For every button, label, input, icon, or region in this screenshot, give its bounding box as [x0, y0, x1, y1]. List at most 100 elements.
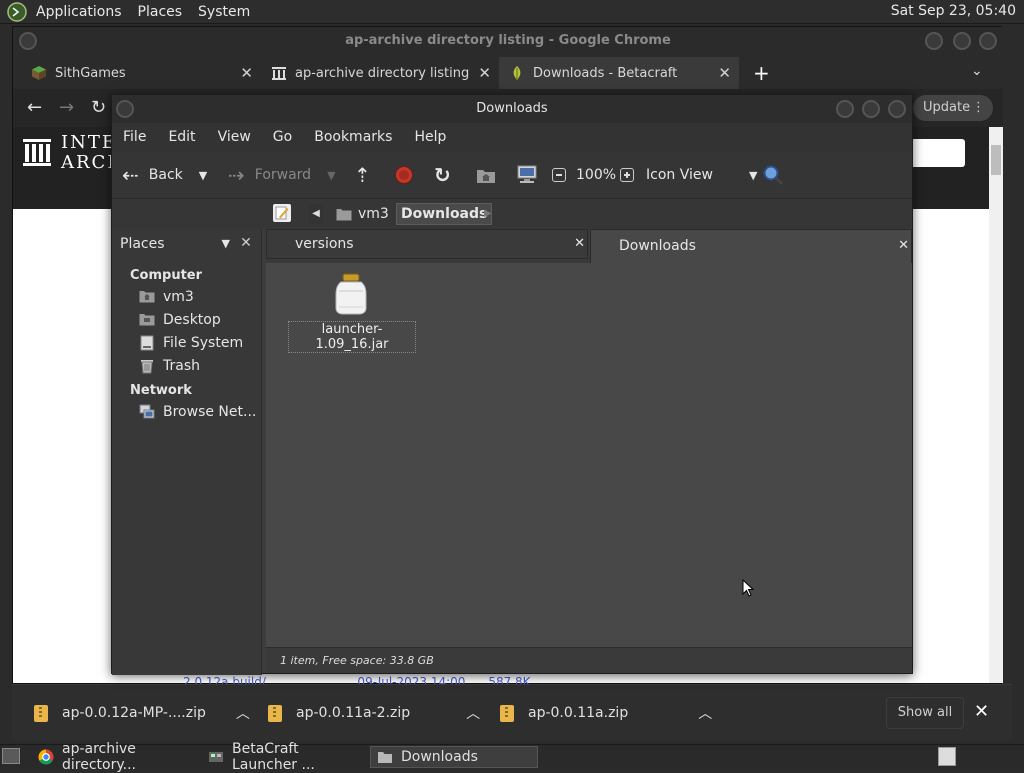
close-tab-icon[interactable]: ✕ [240, 64, 253, 82]
update-label: Update [923, 100, 971, 115]
task-label: ap-archive directory... [62, 741, 136, 773]
tab-search-icon[interactable]: ⌄ [971, 63, 983, 79]
show-all-button[interactable]: Show all [886, 697, 964, 729]
sidebar-type-select[interactable]: Places ▼ [116, 232, 232, 256]
tab-versions[interactable]: versions ✕ [266, 229, 588, 259]
zoom-in-button[interactable] [620, 151, 634, 199]
close-tab-icon[interactable]: ✕ [478, 64, 491, 82]
tab-downloads[interactable]: Downloads ✕ [590, 229, 912, 263]
chrome-tab[interactable]: SithGames ✕ [21, 57, 261, 89]
close-downloads-icon[interactable]: ✕ [974, 701, 989, 722]
close-window-icon[interactable] [979, 32, 997, 50]
chevron-up-icon[interactable]: ︿ [466, 703, 480, 723]
update-button[interactable]: Update ⋮ [913, 95, 993, 121]
tab-label: Downloads [619, 238, 696, 254]
archive-org-logo-icon[interactable] [23, 137, 51, 167]
menu-go[interactable]: Go [273, 129, 292, 145]
download-item[interactable]: ap-0.0.11a.zip ︿ [500, 703, 712, 723]
task-label: Downloads [401, 749, 478, 765]
stop-icon [394, 165, 414, 185]
mate-logo-icon[interactable] [6, 1, 28, 23]
chevron-up-icon[interactable]: ︿ [236, 703, 250, 723]
file-name: launcher-1.09_16.jar [288, 321, 416, 353]
path-scroll-left-icon[interactable]: ◀ [308, 204, 324, 224]
clock[interactable]: Sat Sep 23, 05:40 [891, 3, 1016, 19]
forward-button[interactable]: ⇢ Forward ▼ [228, 151, 336, 199]
window-menu-icon[interactable] [116, 100, 134, 118]
sidebar-item-vm3[interactable]: vm3 [139, 289, 194, 305]
chevron-up-icon[interactable]: ︿ [698, 703, 712, 723]
places-menu[interactable]: Places [138, 4, 183, 20]
task-button[interactable]: BetaCraft Launcher ... [202, 741, 368, 773]
sidebar-item-desktop[interactable]: Desktop [139, 312, 221, 328]
download-item[interactable]: ap-0.0.12a-MP-....zip ︿ [34, 703, 250, 723]
search-button[interactable] [762, 151, 784, 199]
maximize-icon[interactable] [953, 32, 971, 50]
menu-bookmarks[interactable]: Bookmarks [314, 129, 392, 145]
sidebar-heading: Network [130, 383, 192, 398]
desktop-folder-icon [139, 312, 155, 328]
up-button[interactable]: ⇡ [354, 151, 371, 199]
back-button[interactable]: ⇠ Back ▼ [122, 151, 207, 199]
computer-button[interactable] [516, 151, 538, 199]
page-scrollbar[interactable] [989, 127, 1003, 683]
close-window-icon[interactable] [888, 100, 906, 118]
sidebar-item-label: File System [163, 335, 244, 351]
download-item[interactable]: ap-0.0.11a-2.zip ︿ [268, 703, 480, 723]
task-button[interactable]: ap-archive directory... [32, 741, 200, 773]
chrome-tab-active[interactable]: Downloads - Betacraft ✕ [499, 57, 739, 89]
menu-view[interactable]: View [218, 129, 251, 145]
up-arrow-icon: ⇡ [354, 163, 371, 187]
file-item[interactable]: launcher-1.09_16.jar [288, 273, 416, 353]
minimize-icon[interactable] [836, 100, 854, 118]
sidebar-item-filesystem[interactable]: File System [139, 335, 243, 351]
path-segment-current[interactable]: Downloads [396, 203, 493, 225]
stop-button[interactable] [394, 151, 414, 199]
close-tab-icon[interactable]: ✕ [574, 230, 585, 258]
chrome-tabstrip: SithGames ✕ ap-archive directory listing… [13, 57, 1003, 89]
reload-button[interactable]: ↻ [434, 151, 451, 199]
back-history-dropdown-icon[interactable]: ▼ [199, 169, 207, 182]
minimize-icon[interactable] [925, 32, 943, 50]
home-button[interactable] [476, 151, 496, 199]
workspace-switcher-icon[interactable] [938, 747, 956, 766]
chevron-down-icon: ▼ [221, 237, 230, 250]
forward-arrow-icon[interactable]: → [59, 97, 74, 118]
reload-icon[interactable]: ↻ [91, 97, 106, 118]
menu-file[interactable]: File [123, 129, 146, 145]
scrollbar-thumb[interactable] [991, 145, 1001, 175]
kebab-menu-icon[interactable]: ⋮ [972, 95, 985, 121]
sidebar-heading: Computer [130, 268, 203, 283]
window-menu-icon[interactable] [19, 32, 37, 50]
edit-location-icon[interactable] [273, 204, 291, 222]
task-label: BetaCraft Launcher ... [232, 741, 315, 773]
path-scroll-right-icon[interactable]: ▶ [484, 204, 492, 224]
system-menu[interactable]: System [198, 4, 250, 20]
ia-search-field[interactable] [909, 139, 965, 167]
chrome-tab[interactable]: ap-archive directory listing ✕ [261, 57, 499, 89]
forward-arrow-icon: ⇢ [228, 163, 245, 187]
sidebar-item-trash[interactable]: Trash [139, 358, 200, 374]
maximize-icon[interactable] [862, 100, 880, 118]
show-desktop-icon[interactable] [2, 748, 20, 764]
menu-help[interactable]: Help [414, 129, 446, 145]
icon-view[interactable]: launcher-1.09_16.jar [266, 263, 912, 647]
new-tab-icon[interactable]: + [753, 61, 770, 85]
close-sidebar-icon[interactable]: ✕ [236, 233, 256, 253]
task-button-active[interactable]: Downloads [370, 746, 538, 768]
path-segment[interactable]: vm3 [336, 203, 389, 225]
back-arrow-icon: ⇠ [122, 163, 139, 187]
archive-org-icon [271, 65, 287, 81]
back-label: Back [148, 167, 183, 183]
zoom-out-button[interactable] [552, 151, 566, 199]
close-tab-icon[interactable]: ✕ [718, 64, 731, 82]
close-tab-icon[interactable]: ✕ [898, 230, 909, 262]
menu-edit[interactable]: Edit [168, 129, 195, 145]
forward-history-dropdown-icon[interactable]: ▼ [327, 169, 335, 182]
back-arrow-icon[interactable]: ← [27, 97, 42, 118]
sidebar-item-network[interactable]: Browse Net... [139, 404, 256, 420]
computer-icon [516, 165, 538, 185]
network-icon [139, 404, 155, 420]
applications-menu[interactable]: Applications [36, 4, 122, 20]
view-mode-select[interactable]: Icon View ▼ [646, 151, 757, 199]
